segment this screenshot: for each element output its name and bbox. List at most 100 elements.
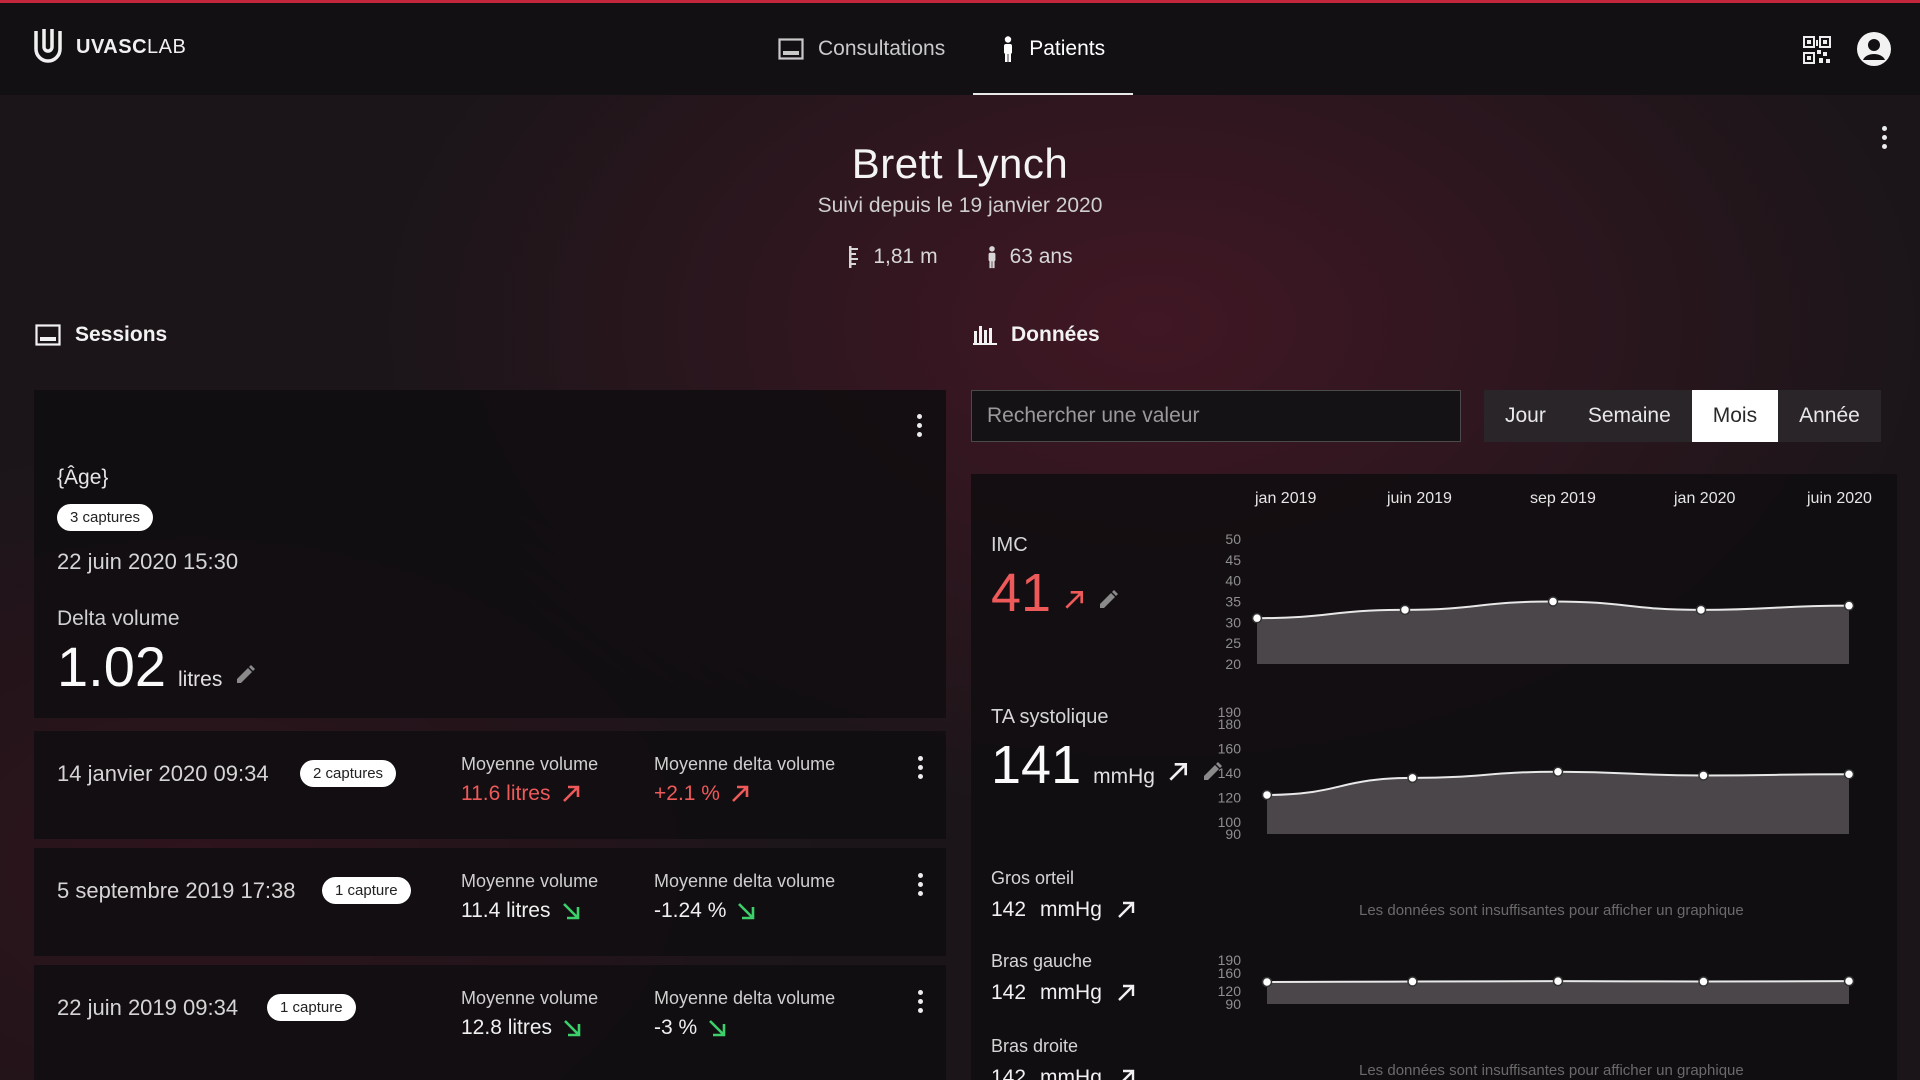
logo-text: UVASCLAB — [76, 35, 187, 58]
ta-value: 141 mmHg — [991, 734, 1223, 796]
chart-point[interactable] — [1552, 975, 1564, 987]
patient-age: 63 ans — [986, 244, 1073, 270]
y-tick-label: 120 — [1218, 983, 1242, 999]
bras-gauche-label: Bras gauche — [991, 951, 1093, 971]
chart-line — [1266, 980, 1850, 983]
bras-droite-number: 142 — [991, 1066, 1027, 1080]
y-tick-label: 40 — [1225, 573, 1241, 589]
avg-delta-label: Moyenne delta volume — [654, 754, 836, 774]
session-row-date: 5 septembre 2019 17:38 — [57, 878, 296, 903]
chart-point[interactable] — [1843, 600, 1855, 611]
avg-volume-text: 12.8 litres — [461, 1016, 553, 1039]
sessions-section-title: Sessions — [35, 323, 167, 347]
trend-up-icon — [732, 785, 749, 802]
avg-volume-text: 11.6 litres — [461, 782, 551, 805]
session-date: 22 juin 2020 15:30 — [57, 549, 239, 574]
chart-point[interactable] — [1843, 975, 1855, 987]
captures-badge: 1 capture — [322, 877, 411, 904]
chart-point[interactable] — [1407, 772, 1418, 784]
avg-volume-value: 11.4 litres — [461, 899, 581, 923]
avg-delta-text: +2.1 % — [654, 782, 720, 805]
chart-point[interactable] — [1261, 976, 1273, 988]
bar-chart-icon — [973, 326, 997, 345]
age-placeholder-label: {Âge} — [57, 466, 109, 489]
avg-volume-label: Moyenne volume — [461, 871, 599, 891]
y-tick-label: 30 — [1225, 614, 1241, 630]
y-tick-label: 50 — [1225, 531, 1241, 547]
gros-orteil-value: 142 mmHg — [991, 898, 1136, 922]
chart-point[interactable] — [1261, 789, 1273, 801]
chart-point[interactable] — [1399, 604, 1411, 616]
session-more-menu[interactable] — [909, 414, 929, 437]
edit-pencil-icon[interactable] — [234, 664, 256, 686]
trend-down-icon — [709, 1020, 726, 1037]
chart-point[interactable] — [1251, 612, 1263, 624]
y-tick-label: 45 — [1225, 552, 1241, 568]
ta-number: 141 — [991, 735, 1082, 795]
bras-gauche-number: 142 — [991, 981, 1027, 1004]
period-month[interactable]: Mois — [1691, 390, 1779, 442]
edit-pencil-icon[interactable] — [1201, 761, 1223, 783]
bras-droite-unit: mmHg — [1040, 1066, 1102, 1080]
chart-point[interactable] — [1547, 596, 1559, 607]
y-tick-label: 100 — [1218, 814, 1242, 830]
chart-point[interactable] — [1698, 976, 1709, 987]
monitor-icon — [778, 38, 804, 60]
chart-point[interactable] — [1843, 768, 1855, 780]
period-year[interactable]: Année — [1778, 390, 1881, 442]
patient-height-value: 1,81 m — [873, 245, 938, 268]
delta-volume-value: 1.02 litres — [57, 634, 256, 699]
height-ruler-icon — [849, 246, 859, 268]
y-tick-label: 35 — [1225, 594, 1241, 610]
trend-up-icon — [1118, 901, 1135, 918]
y-tick-label: 180 — [1218, 716, 1242, 732]
monitor-icon — [35, 324, 61, 346]
session-row-more-menu[interactable] — [910, 756, 930, 779]
session-row-more-menu[interactable] — [910, 990, 930, 1013]
imc-number: 41 — [991, 563, 1052, 623]
chart-point[interactable] — [1695, 604, 1707, 616]
y-tick-label: 190 — [1218, 704, 1242, 720]
period-week[interactable]: Semaine — [1567, 390, 1692, 442]
search-input[interactable] — [971, 390, 1461, 442]
avg-volume-label: Moyenne volume — [461, 754, 599, 774]
nav-patients-label: Patients — [1029, 37, 1106, 60]
patient-name: Brett Lynch — [851, 140, 1069, 187]
person-icon — [988, 246, 995, 269]
captures-badge: 3 captures — [57, 504, 154, 531]
avg-delta-value: -3 % — [654, 1016, 727, 1040]
y-tick-label: 190 — [1218, 952, 1242, 968]
avg-delta-value: -1.24 % — [654, 899, 756, 923]
edit-pencil-icon[interactable] — [1097, 589, 1119, 611]
account-icon[interactable] — [1856, 31, 1892, 67]
qr-code-icon[interactable] — [1803, 36, 1831, 64]
chart-point[interactable] — [1407, 976, 1418, 987]
y-tick-label: 20 — [1225, 656, 1241, 672]
insufficient-data-message: Les données sont insuffisantes pour affi… — [1359, 1062, 1744, 1079]
chart-line — [1266, 770, 1850, 796]
bras-droite-value: 142 mmHg — [991, 1066, 1136, 1080]
bras-gauche-unit: mmHg — [1040, 981, 1102, 1004]
session-row-date: 14 janvier 2020 09:34 — [57, 761, 269, 786]
nav-patients[interactable]: Patients — [973, 3, 1134, 95]
chart-point[interactable] — [1698, 770, 1709, 781]
trend-up-icon — [1169, 762, 1187, 781]
imc-label: IMC — [991, 534, 1028, 556]
chart-line — [1256, 600, 1850, 620]
trend-down-icon — [564, 1020, 581, 1037]
insufficient-data-message: Les données sont insuffisantes pour affi… — [1359, 902, 1744, 919]
avg-delta-label: Moyenne delta volume — [654, 871, 836, 891]
avg-delta-text: -3 % — [654, 1016, 698, 1039]
avg-volume-value: 12.8 litres — [461, 1016, 582, 1040]
period-day[interactable]: Jour — [1484, 390, 1567, 442]
gros-orteil-unit: mmHg — [1040, 898, 1102, 921]
avg-volume-label: Moyenne volume — [461, 988, 599, 1008]
y-tick-label: 160 — [1218, 965, 1242, 981]
chart-point[interactable] — [1552, 766, 1564, 778]
nav-consultations[interactable]: Consultations — [750, 3, 973, 95]
trend-up-icon — [562, 785, 579, 802]
data-title-label: Données — [1011, 323, 1100, 346]
session-row-more-menu[interactable] — [910, 873, 930, 896]
logo[interactable]: UVASCLAB — [30, 27, 186, 67]
logo-icon — [34, 29, 62, 63]
